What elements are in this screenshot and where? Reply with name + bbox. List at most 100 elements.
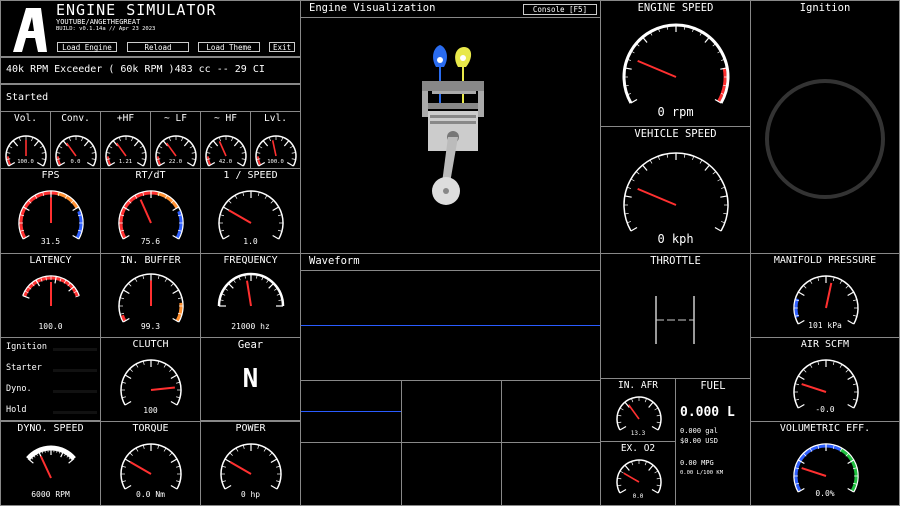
gauge-tick xyxy=(630,178,635,182)
gauge-tick xyxy=(617,421,622,424)
hold-control[interactable]: Hold xyxy=(6,405,26,415)
fuel-gallons: 0.000 gal xyxy=(680,427,718,435)
gauge-tick xyxy=(212,140,219,147)
gauge-arc xyxy=(218,190,284,240)
gauge-tick xyxy=(33,140,40,147)
gauge-value: 99.3 xyxy=(140,322,161,331)
waveform-divider-top xyxy=(301,270,600,271)
gauge-tick xyxy=(817,276,820,282)
mini-gauge-value: 1.21 xyxy=(118,159,133,165)
load-theme-button[interactable]: Load Theme xyxy=(198,42,260,52)
gauge-tick xyxy=(720,221,725,224)
gauge-tick xyxy=(852,383,858,386)
gauge-tick xyxy=(241,152,246,154)
gauge-tick xyxy=(648,464,654,471)
waveform-title: Waveform xyxy=(309,255,360,267)
app-title: ENGINE SIMULATOR xyxy=(56,1,217,19)
engine-visualization-panel: Engine Visualization Console [F5] xyxy=(300,0,601,254)
fuel-l100: 0.00 L/100 KM xyxy=(680,470,724,476)
gauge-tick xyxy=(832,360,835,366)
gauge-tick xyxy=(121,396,126,399)
gauge-dyno-speed: DYNO. SPEED 6000 RPM xyxy=(0,421,101,506)
gauge-title: EX. O2 xyxy=(620,443,656,454)
gauge-tick xyxy=(270,484,278,490)
gauge-exhaust-o2: EX. O2 0.0 xyxy=(600,441,676,506)
gauge-tick xyxy=(839,280,843,284)
mini-gauge-low-freq-noise: ~ LF 22.0 xyxy=(150,111,201,169)
gauge-title: IN. AFR xyxy=(617,380,659,391)
gauge-tick xyxy=(224,458,232,464)
gauge-tick xyxy=(264,195,268,199)
gauge-torque: TORQUE 0.0 Nm xyxy=(100,421,201,506)
gauge-tick xyxy=(221,480,226,483)
gauge-title: VEHICLE SPEED xyxy=(634,128,717,140)
gauge-needle xyxy=(801,467,827,477)
gauge-tick xyxy=(121,381,126,384)
gauge-tick xyxy=(630,98,638,104)
gauge-tick xyxy=(654,407,659,411)
controls-panel: Ignition Starter Dyno. Hold xyxy=(0,337,101,421)
waveform-trace-2 xyxy=(301,411,401,412)
gauge-tick xyxy=(720,186,725,189)
gauge-inverse-speed: 1 / SPEED 1.0 xyxy=(200,168,301,254)
gauge-tick xyxy=(642,164,648,171)
gauge-value: 13.3 xyxy=(630,430,646,437)
gauge-tick xyxy=(39,145,44,149)
gauge-tick xyxy=(106,152,111,154)
gauge-tick xyxy=(119,297,125,300)
gauge-title: FPS xyxy=(41,170,60,181)
gear-value: N xyxy=(242,364,259,394)
gauge-tick xyxy=(704,36,710,43)
gauge-tick xyxy=(656,421,661,424)
gauge-arc xyxy=(616,396,662,431)
dyno-speed-dial xyxy=(26,445,76,479)
gauge-air-scfm: AIR SCFM -0.0 xyxy=(750,337,900,422)
gauge-tick xyxy=(631,398,634,403)
gauge-needle xyxy=(229,461,252,475)
gauge-tick xyxy=(644,461,647,466)
gauge-tick xyxy=(164,278,168,282)
gauge-title: POWER xyxy=(235,423,266,434)
gauge-tick xyxy=(657,156,660,161)
gauge-tick xyxy=(121,480,126,483)
waveform-divider-bottom xyxy=(301,442,600,443)
starter-control[interactable]: Starter xyxy=(6,363,42,373)
gauge-tick xyxy=(206,152,211,154)
ignition-panel-title: Ignition xyxy=(799,2,851,14)
gauge-frequency: FREQUENCY 21000 hz xyxy=(200,253,301,338)
gauge-tick xyxy=(809,364,813,368)
gauge-rt-dt: RT/dT 75.6 xyxy=(100,168,201,254)
gauge-latency: LATENCY 100.0 xyxy=(0,253,101,338)
header-panel: ENGINE SIMULATOR YOUTUBE/ANGETHEGREAT BU… xyxy=(0,0,301,57)
gauge-tick xyxy=(263,447,267,452)
reload-button[interactable]: Reload xyxy=(127,42,189,52)
app-subtitle: YOUTUBE/ANGETHEGREAT xyxy=(56,18,141,26)
gauge-tick xyxy=(118,137,121,142)
gauge-needle xyxy=(623,472,640,483)
gauge-tick xyxy=(617,477,622,480)
gauge-tick xyxy=(269,452,273,456)
gauge-tick xyxy=(83,140,90,147)
gauge-title: RT/dT xyxy=(135,170,166,181)
console-button[interactable]: Console [F5] xyxy=(523,4,597,15)
dyno-control[interactable]: Dyno. xyxy=(6,384,32,394)
gauge-tick xyxy=(124,484,132,490)
gauge-manifold-pressure: MANIFOLD PRESSURE 101 kPa xyxy=(750,253,900,338)
gauge-tick xyxy=(619,407,624,411)
gauge-value: 100 xyxy=(143,406,158,415)
gauge-tick xyxy=(712,171,717,175)
gauge-tick xyxy=(270,200,274,204)
gauge-tick xyxy=(624,464,630,471)
mini-gauge-value: 0.0 xyxy=(70,159,81,165)
gauge-tick xyxy=(268,282,275,289)
gauge-tick xyxy=(627,186,632,189)
load-engine-button[interactable]: Load Engine xyxy=(57,42,117,52)
ignition-control[interactable]: Ignition xyxy=(6,342,47,352)
exit-button[interactable]: Exit xyxy=(269,42,295,52)
gauge-needle xyxy=(637,59,677,78)
engine-name: 40k RPM Exceeder ( 60k RPM )483 cc -- 29… xyxy=(6,64,265,75)
gauge-title: TORQUE xyxy=(132,423,169,434)
gauge-tick xyxy=(131,137,134,142)
gauge-value: 0.0 Nm xyxy=(136,490,165,499)
gauge-tick xyxy=(163,447,167,452)
